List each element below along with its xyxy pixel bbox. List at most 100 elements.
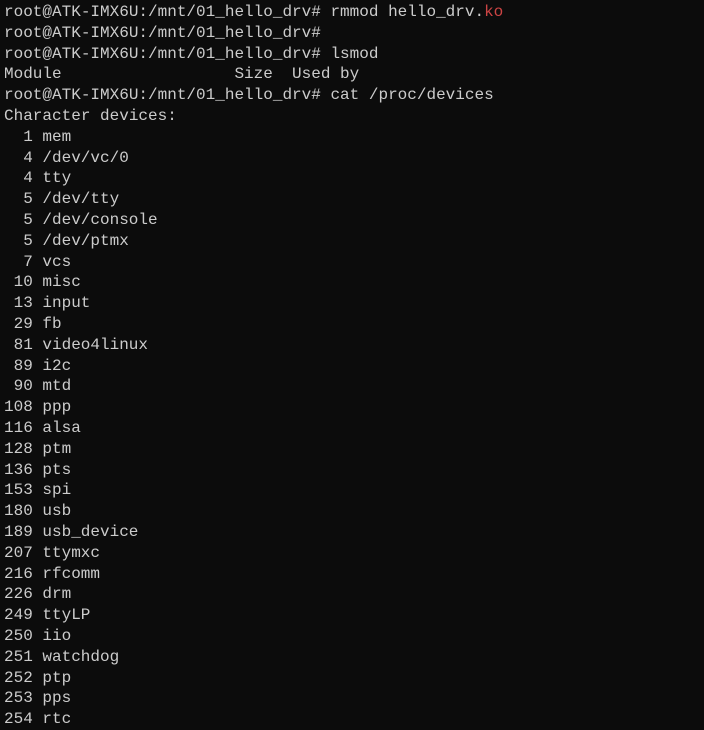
device-entry: 128 ptm xyxy=(4,439,700,460)
shell-command: lsmod xyxy=(330,45,378,63)
device-name: /dev/vc/0 xyxy=(42,148,128,169)
device-major-number: 5 xyxy=(4,231,33,252)
device-entry: 180 usb xyxy=(4,501,700,522)
device-name: usb xyxy=(42,501,71,522)
device-name: ttymxc xyxy=(42,543,100,564)
device-major-number: 207 xyxy=(4,543,33,564)
device-name: /dev/tty xyxy=(42,189,119,210)
device-name: usb_device xyxy=(42,522,138,543)
terminal-line: root@ATK-IMX6U:/mnt/01_hello_drv# lsmod xyxy=(4,44,700,65)
device-name: /dev/ptmx xyxy=(42,231,128,252)
device-major-number: 89 xyxy=(4,356,33,377)
device-entry: 254 rtc xyxy=(4,709,700,730)
device-entry: 5/dev/tty xyxy=(4,189,700,210)
terminal-line: Character devices: xyxy=(4,106,700,127)
device-major-number: 4 xyxy=(4,148,33,169)
device-major-number: 81 xyxy=(4,335,33,356)
device-major-number: 108 xyxy=(4,397,33,418)
device-name: iio xyxy=(42,626,71,647)
terminal-line: Module Size Used by xyxy=(4,64,700,85)
shell-arg-extension: ko xyxy=(484,3,503,21)
device-entry: 249 ttyLP xyxy=(4,605,700,626)
shell-command: cat /proc/devices xyxy=(330,86,493,104)
device-entry: 252 ptp xyxy=(4,668,700,689)
device-major-number: 136 xyxy=(4,460,33,481)
device-name: rfcomm xyxy=(42,564,100,585)
device-name: misc xyxy=(42,272,80,293)
device-major-number: 5 xyxy=(4,210,33,231)
device-entry: 81 video4linux xyxy=(4,335,700,356)
device-entry: 4tty xyxy=(4,168,700,189)
device-name: alsa xyxy=(42,418,80,439)
device-entry: 153 spi xyxy=(4,480,700,501)
device-major-number: 216 xyxy=(4,564,33,585)
device-entry: 13 input xyxy=(4,293,700,314)
device-major-number: 90 xyxy=(4,376,33,397)
device-entry: 250 iio xyxy=(4,626,700,647)
device-major-number: 4 xyxy=(4,168,33,189)
device-name: drm xyxy=(42,584,71,605)
terminal-line: root@ATK-IMX6U:/mnt/01_hello_drv# xyxy=(4,23,700,44)
shell-command: rmmod hello_drv. xyxy=(330,3,484,21)
device-major-number: 226 xyxy=(4,584,33,605)
device-name: mtd xyxy=(42,376,71,397)
device-entry: 5/dev/console xyxy=(4,210,700,231)
device-major-number: 128 xyxy=(4,439,33,460)
device-name: ptp xyxy=(42,668,71,689)
device-name: vcs xyxy=(42,252,71,273)
device-major-number: 250 xyxy=(4,626,33,647)
device-major-number: 13 xyxy=(4,293,33,314)
device-major-number: 254 xyxy=(4,709,33,730)
device-name: watchdog xyxy=(42,647,119,668)
shell-prompt: root@ATK-IMX6U:/mnt/01_hello_drv# xyxy=(4,45,330,63)
device-major-number: 29 xyxy=(4,314,33,335)
device-entry: 5/dev/ptmx xyxy=(4,231,700,252)
device-name: video4linux xyxy=(42,335,148,356)
device-name: i2c xyxy=(42,356,71,377)
lsmod-header: Module Size Used by xyxy=(4,65,359,83)
device-name: pts xyxy=(42,460,71,481)
device-name: rtc xyxy=(42,709,71,730)
device-entry: 1 mem xyxy=(4,127,700,148)
devices-header: Character devices: xyxy=(4,107,177,125)
device-entry: 251 watchdog xyxy=(4,647,700,668)
device-entry: 4/dev/vc/0 xyxy=(4,148,700,169)
device-major-number: 252 xyxy=(4,668,33,689)
device-entry: 90 mtd xyxy=(4,376,700,397)
device-name: fb xyxy=(42,314,61,335)
shell-prompt: root@ATK-IMX6U:/mnt/01_hello_drv# xyxy=(4,86,330,104)
device-name: ppp xyxy=(42,397,71,418)
device-name: ptm xyxy=(42,439,71,460)
device-major-number: 251 xyxy=(4,647,33,668)
device-entry: 216 rfcomm xyxy=(4,564,700,585)
device-entry: 189 usb_device xyxy=(4,522,700,543)
device-name: /dev/console xyxy=(42,210,157,231)
device-entry: 116 alsa xyxy=(4,418,700,439)
device-major-number: 1 xyxy=(4,127,33,148)
device-entry: 108 ppp xyxy=(4,397,700,418)
device-entry: 136 pts xyxy=(4,460,700,481)
device-entry: 226 drm xyxy=(4,584,700,605)
device-name: spi xyxy=(42,480,71,501)
device-major-number: 10 xyxy=(4,272,33,293)
device-entry: 207 ttymxc xyxy=(4,543,700,564)
device-entry: 10 misc xyxy=(4,272,700,293)
device-major-number: 116 xyxy=(4,418,33,439)
device-name: ttyLP xyxy=(42,605,90,626)
device-major-number: 189 xyxy=(4,522,33,543)
terminal-output: root@ATK-IMX6U:/mnt/01_hello_drv# rmmod … xyxy=(4,2,700,730)
device-entry: 29 fb xyxy=(4,314,700,335)
device-major-number: 180 xyxy=(4,501,33,522)
terminal-line: root@ATK-IMX6U:/mnt/01_hello_drv# rmmod … xyxy=(4,2,700,23)
shell-prompt: root@ATK-IMX6U:/mnt/01_hello_drv# xyxy=(4,3,330,21)
device-name: input xyxy=(42,293,90,314)
device-name: mem xyxy=(42,127,71,148)
device-entry: 7 vcs xyxy=(4,252,700,273)
device-major-number: 7 xyxy=(4,252,33,273)
device-major-number: 5 xyxy=(4,189,33,210)
device-major-number: 249 xyxy=(4,605,33,626)
terminal-line: root@ATK-IMX6U:/mnt/01_hello_drv# cat /p… xyxy=(4,85,700,106)
device-entry: 89 i2c xyxy=(4,356,700,377)
device-major-number: 153 xyxy=(4,480,33,501)
shell-prompt: root@ATK-IMX6U:/mnt/01_hello_drv# xyxy=(4,24,321,42)
